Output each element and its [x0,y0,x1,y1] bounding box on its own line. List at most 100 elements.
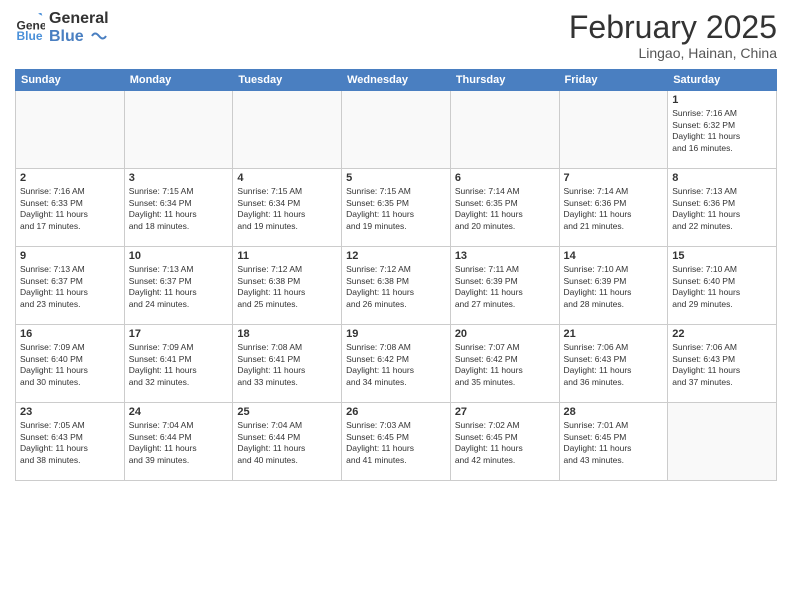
day-info: Sunrise: 7:09 AMSunset: 6:41 PMDaylight:… [129,342,229,388]
weekday-header-row: Sunday Monday Tuesday Wednesday Thursday… [16,70,777,91]
calendar-week-row: 16 Sunrise: 7:09 AMSunset: 6:40 PMDayligh… [16,325,777,403]
day-number: 28 [564,406,664,418]
day-info: Sunrise: 7:11 AMSunset: 6:39 PMDaylight:… [455,264,555,310]
calendar-cell [124,91,233,169]
day-number: 1 [672,94,772,106]
day-info: Sunrise: 7:12 AMSunset: 6:38 PMDaylight:… [237,264,337,310]
calendar-cell: 28 Sunrise: 7:01 AMSunset: 6:45 PMDayligh… [559,403,668,481]
calendar-cell: 12 Sunrise: 7:12 AMSunset: 6:38 PMDayligh… [342,247,451,325]
calendar-cell [450,91,559,169]
calendar-cell: 24 Sunrise: 7:04 AMSunset: 6:44 PMDayligh… [124,403,233,481]
calendar-cell: 23 Sunrise: 7:05 AMSunset: 6:43 PMDayligh… [16,403,125,481]
calendar-cell: 17Sunrise: 7:09 AMSunset: 6:41 PMDayligh… [124,325,233,403]
calendar-week-row: 2Sunrise: 7:16 AMSunset: 6:33 PMDaylight… [16,169,777,247]
day-info: Sunrise: 7:13 AMSunset: 6:36 PMDaylight:… [672,186,772,232]
calendar-cell: 3 Sunrise: 7:15 AMSunset: 6:34 PMDaylight… [124,169,233,247]
calendar-cell: 19Sunrise: 7:08 AMSunset: 6:42 PMDayligh… [342,325,451,403]
day-info: Sunrise: 7:16 AMSunset: 6:32 PMDaylight:… [672,108,772,154]
day-info: Sunrise: 7:04 AMSunset: 6:44 PMDaylight:… [129,420,229,466]
logo-icon: General Blue [15,13,45,43]
day-number: 24 [129,406,229,418]
day-info: Sunrise: 7:08 AMSunset: 6:42 PMDaylight:… [346,342,446,388]
day-info: Sunrise: 7:07 AMSunset: 6:42 PMDaylight:… [455,342,555,388]
calendar-week-row: 9 Sunrise: 7:13 AMSunset: 6:37 PMDaylight… [16,247,777,325]
day-number: 14 [564,250,664,262]
calendar-cell: 25Sunrise: 7:04 AMSunset: 6:44 PMDayligh… [233,403,342,481]
day-info: Sunrise: 7:16 AMSunset: 6:33 PMDaylight:… [20,186,120,232]
title-block: February 2025 Lingao, Hainan, China [569,10,777,61]
day-number: 16 [20,328,120,340]
day-info: Sunrise: 7:14 AMSunset: 6:35 PMDaylight:… [455,186,555,232]
day-info: Sunrise: 7:01 AMSunset: 6:45 PMDaylight:… [564,420,664,466]
day-info: Sunrise: 7:15 AMSunset: 6:34 PMDaylight:… [129,186,229,232]
day-info: Sunrise: 7:06 AMSunset: 6:43 PMDaylight:… [564,342,664,388]
calendar-cell: 6 Sunrise: 7:14 AMSunset: 6:35 PMDaylight… [450,169,559,247]
day-number: 21 [564,328,664,340]
calendar-cell [342,91,451,169]
calendar-cell: 22 Sunrise: 7:06 AMSunset: 6:43 PMDayligh… [668,325,777,403]
calendar-cell: 16 Sunrise: 7:09 AMSunset: 6:40 PMDayligh… [16,325,125,403]
calendar-cell: 27 Sunrise: 7:02 AMSunset: 6:45 PMDayligh… [450,403,559,481]
logo: General Blue General Blue [15,10,109,45]
calendar-cell: 26Sunrise: 7:03 AMSunset: 6:45 PMDayligh… [342,403,451,481]
page: General Blue General Blue February 2025 … [0,0,792,612]
calendar-cell: 11Sunrise: 7:12 AMSunset: 6:38 PMDayligh… [233,247,342,325]
calendar-cell: 20 Sunrise: 7:07 AMSunset: 6:42 PMDayligh… [450,325,559,403]
header-friday: Friday [559,70,668,91]
day-info: Sunrise: 7:02 AMSunset: 6:45 PMDaylight:… [455,420,555,466]
header-saturday: Saturday [668,70,777,91]
day-number: 6 [455,172,555,184]
day-number: 8 [672,172,772,184]
day-number: 5 [346,172,446,184]
calendar-cell: 2Sunrise: 7:16 AMSunset: 6:33 PMDaylight… [16,169,125,247]
day-number: 20 [455,328,555,340]
day-number: 15 [672,250,772,262]
day-info: Sunrise: 7:13 AMSunset: 6:37 PMDaylight:… [129,264,229,310]
day-number: 23 [20,406,120,418]
calendar-title: February 2025 [569,10,777,45]
logo-blue: Blue [49,28,109,46]
header-monday: Monday [124,70,233,91]
calendar-cell: 13Sunrise: 7:11 AMSunset: 6:39 PMDayligh… [450,247,559,325]
day-number: 4 [237,172,337,184]
day-info: Sunrise: 7:05 AMSunset: 6:43 PMDaylight:… [20,420,120,466]
header: General Blue General Blue February 2025 … [15,10,777,61]
day-info: Sunrise: 7:06 AMSunset: 6:43 PMDaylight:… [672,342,772,388]
calendar-cell: 8 Sunrise: 7:13 AMSunset: 6:36 PMDaylight… [668,169,777,247]
day-number: 10 [129,250,229,262]
day-info: Sunrise: 7:10 AMSunset: 6:40 PMDaylight:… [672,264,772,310]
header-sunday: Sunday [16,70,125,91]
calendar-cell [233,91,342,169]
day-number: 12 [346,250,446,262]
day-number: 27 [455,406,555,418]
day-info: Sunrise: 7:08 AMSunset: 6:41 PMDaylight:… [237,342,337,388]
calendar-cell: 14 Sunrise: 7:10 AMSunset: 6:39 PMDayligh… [559,247,668,325]
header-tuesday: Tuesday [233,70,342,91]
calendar-week-row: 1 Sunrise: 7:16 AMSunset: 6:32 PMDaylight… [16,91,777,169]
calendar-cell: 1 Sunrise: 7:16 AMSunset: 6:32 PMDaylight… [668,91,777,169]
calendar-cell [668,403,777,481]
calendar-cell [559,91,668,169]
day-number: 9 [20,250,120,262]
day-info: Sunrise: 7:13 AMSunset: 6:37 PMDaylight:… [20,264,120,310]
calendar-cell: 9 Sunrise: 7:13 AMSunset: 6:37 PMDaylight… [16,247,125,325]
day-number: 7 [564,172,664,184]
day-number: 3 [129,172,229,184]
header-wednesday: Wednesday [342,70,451,91]
day-number: 26 [346,406,446,418]
day-info: Sunrise: 7:12 AMSunset: 6:38 PMDaylight:… [346,264,446,310]
svg-text:Blue: Blue [17,29,43,43]
day-info: Sunrise: 7:15 AMSunset: 6:34 PMDaylight:… [237,186,337,232]
calendar-cell: 7Sunrise: 7:14 AMSunset: 6:36 PMDaylight… [559,169,668,247]
calendar-table: Sunday Monday Tuesday Wednesday Thursday… [15,69,777,481]
calendar-subtitle: Lingao, Hainan, China [569,45,777,61]
calendar-cell [16,91,125,169]
calendar-cell: 21 Sunrise: 7:06 AMSunset: 6:43 PMDayligh… [559,325,668,403]
day-number: 22 [672,328,772,340]
day-number: 18 [237,328,337,340]
logo-general: General [49,10,109,28]
calendar-cell: 4 Sunrise: 7:15 AMSunset: 6:34 PMDaylight… [233,169,342,247]
day-info: Sunrise: 7:04 AMSunset: 6:44 PMDaylight:… [237,420,337,466]
day-info: Sunrise: 7:10 AMSunset: 6:39 PMDaylight:… [564,264,664,310]
day-info: Sunrise: 7:09 AMSunset: 6:40 PMDaylight:… [20,342,120,388]
